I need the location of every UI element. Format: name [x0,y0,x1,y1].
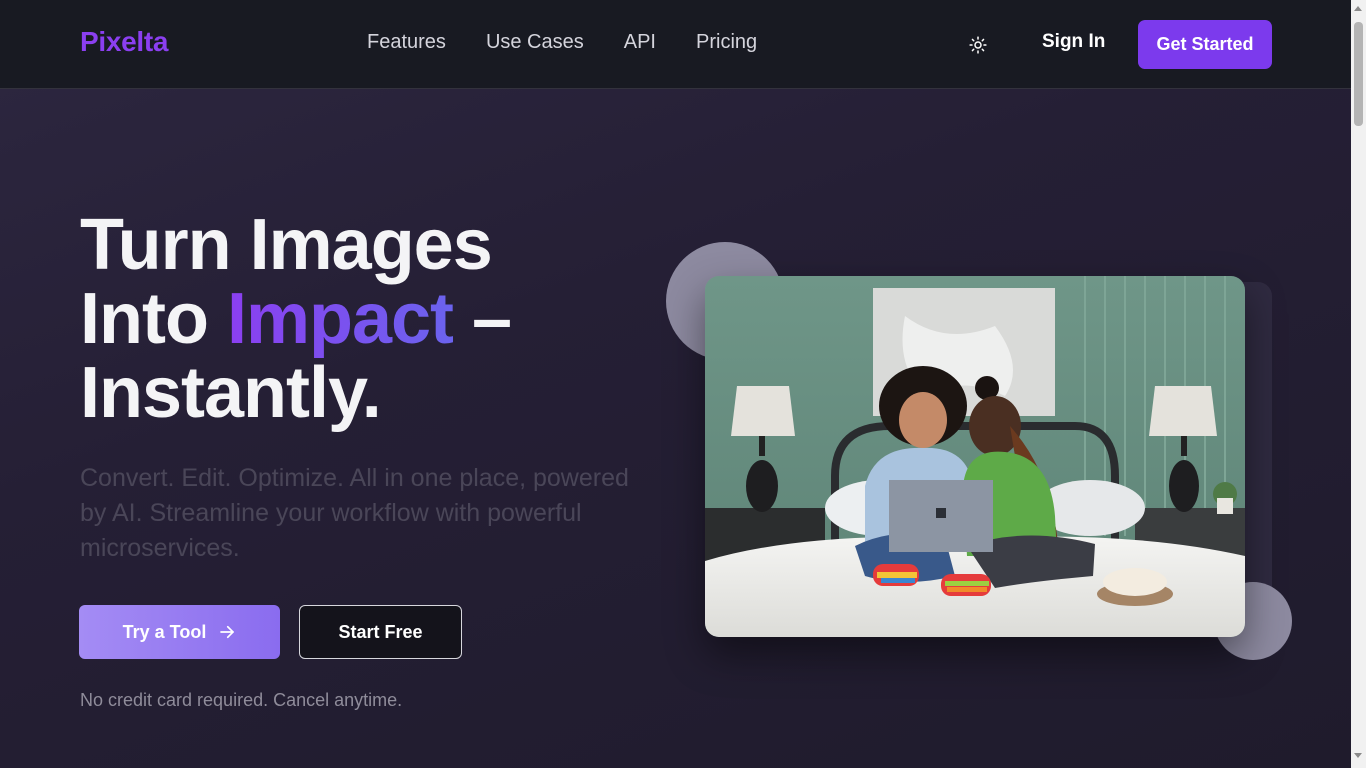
top-navigation-bar: Pixelta Features Use Cases API Pricing S… [0,0,1351,89]
hero-title-line1: Turn Images [80,205,493,285]
hero-image-two-women-with-laptop [705,276,1245,637]
scrollbar-thumb[interactable] [1354,22,1363,126]
vertical-scrollbar[interactable] [1351,0,1366,768]
nav-link-pricing[interactable]: Pricing [696,31,757,54]
try-a-tool-button[interactable]: Try a Tool [79,605,280,659]
hero-title: Turn Images Into Impact – Instantly. [80,205,512,433]
hero-subtitle: Convert. Edit. Optimize. All in one plac… [80,464,629,562]
hero-title-line2-suffix: – [453,279,512,359]
main-nav: Features Use Cases API Pricing [367,31,757,54]
arrow-right-icon [220,625,235,639]
sign-in-link[interactable]: Sign In [1042,31,1105,53]
hero-title-line3: Instantly. [80,353,382,433]
hero-title-accent: Impact [226,279,454,359]
nav-link-features[interactable]: Features [367,31,446,54]
hero-title-line2-prefix: Into [80,279,227,359]
scroll-up-arrow-icon[interactable] [1354,6,1362,11]
try-a-tool-label: Try a Tool [122,621,207,642]
nav-link-use-cases[interactable]: Use Cases [486,31,584,54]
sun-icon [969,36,987,54]
nav-link-api[interactable]: API [624,31,656,54]
no-credit-card-note: No credit card required. Cancel anytime. [80,690,403,710]
logo[interactable]: Pixelta [80,26,168,58]
theme-toggle-button[interactable] [962,30,994,60]
get-started-button[interactable]: Get Started [1138,20,1272,69]
scroll-down-arrow-icon[interactable] [1354,753,1362,758]
page: Pixelta Features Use Cases API Pricing S… [0,0,1351,768]
start-free-button[interactable]: Start Free [299,605,462,659]
